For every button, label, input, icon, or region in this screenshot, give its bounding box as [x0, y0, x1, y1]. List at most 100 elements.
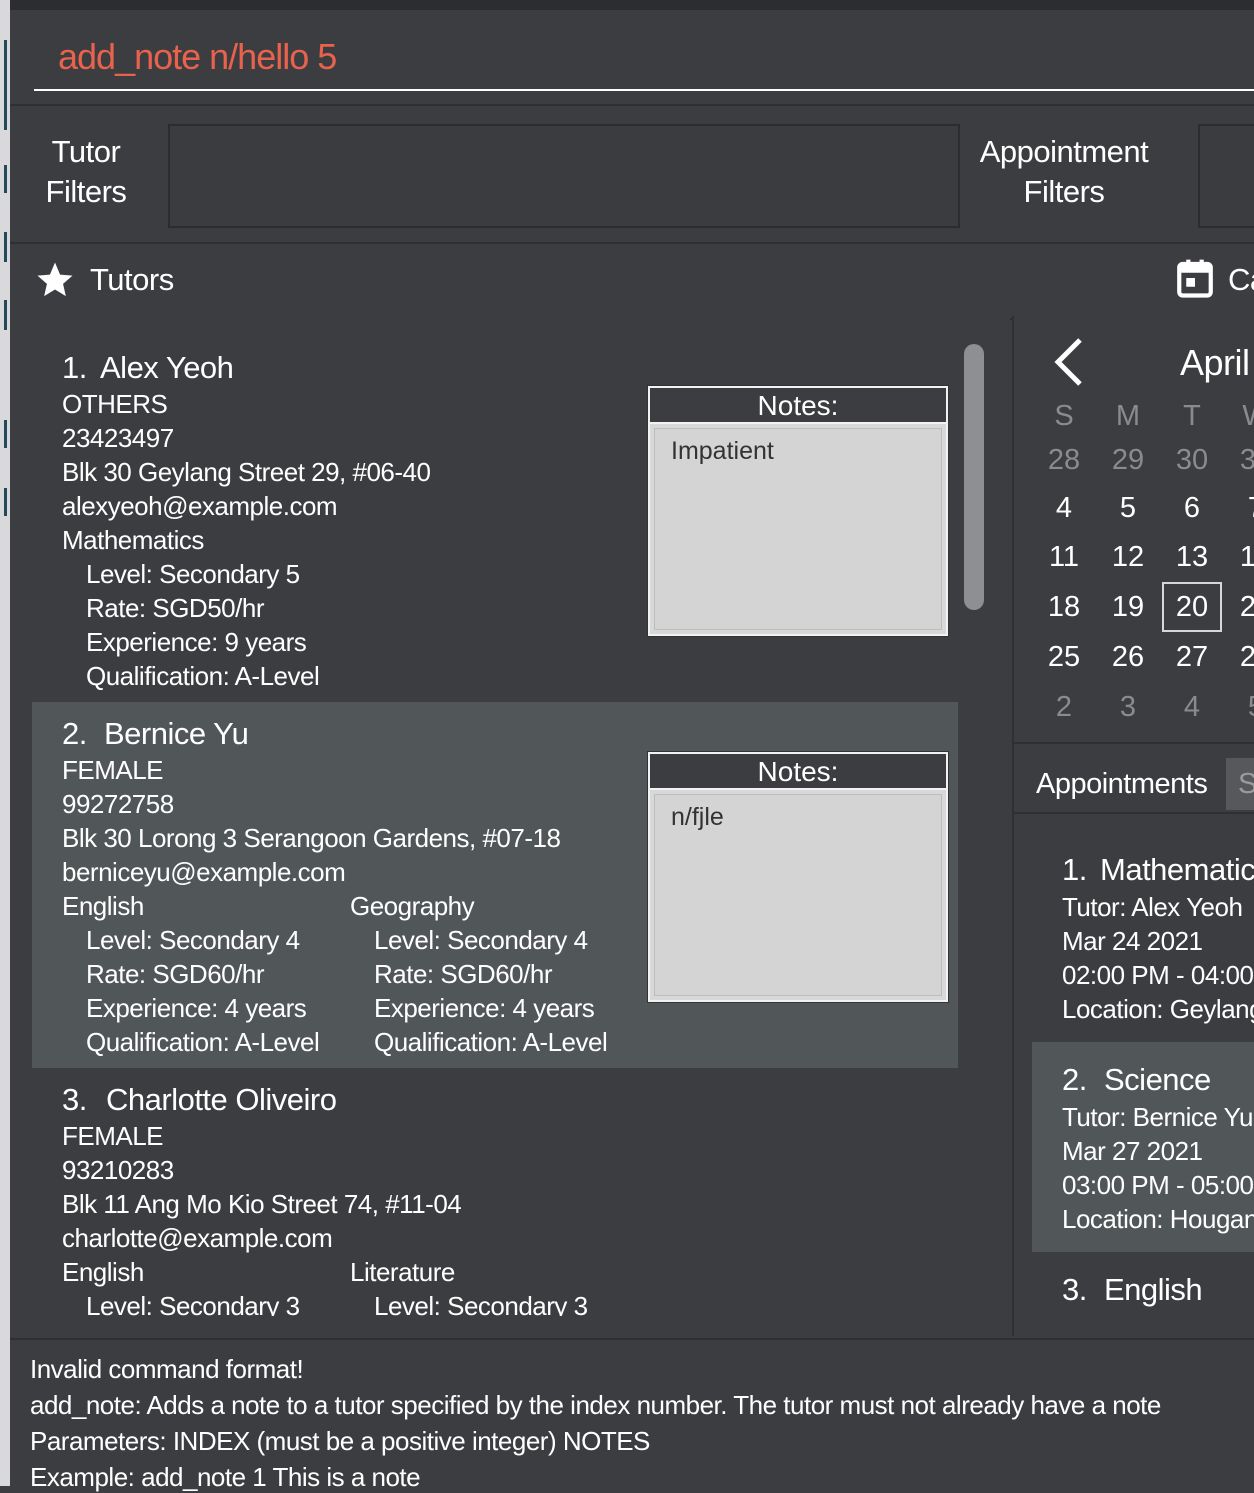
- tab-other-label: S: [1238, 768, 1254, 800]
- subject-experience: Experience: 4 years: [374, 993, 595, 1023]
- tutor-name: Bernice Yu: [104, 716, 249, 751]
- result-display[interactable]: Invalid command format! add_note: Adds a…: [10, 1338, 1254, 1492]
- calendar-icon: [1177, 259, 1213, 298]
- subject-experience: Experience: 9 years: [86, 627, 307, 657]
- tutor-filters-box[interactable]: [168, 124, 960, 228]
- appointment-subject: English: [1104, 1272, 1203, 1307]
- subject-level: Level: Secondary 4: [374, 925, 588, 955]
- appointment-card[interactable]: 1. Mathematic Tutor: Alex Yeoh Mar 24 20…: [1032, 832, 1254, 1042]
- calendar-day[interactable]: 11: [1034, 541, 1094, 574]
- appointment-filters-label: Appointment Filters: [979, 134, 1149, 209]
- tab-divider: [1012, 812, 1254, 814]
- calendar-day[interactable]: 21: [1226, 591, 1254, 624]
- calendar-day[interactable]: 7: [1226, 492, 1254, 525]
- tutor-filters-label: Tutor Filters: [45, 134, 127, 209]
- appointment-tutor: Tutor: Bernice Yu: [1062, 1102, 1253, 1132]
- subject-level: Level: Secondary 3: [86, 1291, 300, 1316]
- appointment-time: 03:00 PM - 05:00: [1062, 1170, 1254, 1200]
- tutor-list[interactable]: 1. Alex Yeoh OTHERS 23423497 Blk 30 Geyl…: [32, 336, 958, 1316]
- appointment-card[interactable]: 3. English: [1032, 1252, 1254, 1316]
- weekday-label: T: [1183, 400, 1201, 432]
- calendar-day[interactable]: 30: [1162, 444, 1222, 477]
- notes-body: n/fjle: [654, 794, 942, 996]
- tutor-gender: FEMALE: [62, 755, 164, 785]
- appointment-card-selected[interactable]: 2. Science Tutor: Bernice Yu Mar 27 2021…: [1032, 1042, 1254, 1252]
- calendar-day[interactable]: 27: [1162, 641, 1222, 674]
- tutor-name: Charlotte Oliveiro: [106, 1082, 337, 1117]
- calendar-day[interactable]: 18: [1034, 591, 1094, 624]
- panels-header: Tutors Ca: [10, 242, 1254, 320]
- tutor-email: charlotte@example.com: [62, 1223, 333, 1253]
- result-line: Example: add_note 1 This is a note: [30, 1462, 421, 1492]
- calendar-day[interactable]: 6: [1162, 492, 1222, 525]
- window-title-bar: [10, 0, 1254, 10]
- tutor-index: 1.: [62, 350, 87, 385]
- tutor-index: 3.: [62, 1082, 87, 1117]
- calendar-day[interactable]: 5: [1098, 492, 1158, 525]
- calendar-day[interactable]: 31: [1226, 444, 1254, 477]
- calendar-day[interactable]: 25: [1034, 641, 1094, 674]
- subject-experience: Experience: 4 years: [86, 993, 307, 1023]
- notes-header: Notes:: [650, 388, 946, 424]
- subject-name: Geography: [350, 891, 475, 921]
- tutor-index: 2.: [62, 716, 87, 751]
- calendar-day-selected[interactable]: 20: [1162, 582, 1222, 632]
- calendar-day[interactable]: 19: [1098, 591, 1158, 624]
- calendar-day[interactable]: 14: [1226, 541, 1254, 574]
- tutor-list-scrollbar[interactable]: [964, 344, 984, 610]
- notes-text: Impatient: [671, 437, 774, 465]
- tutor-phone: 99272758: [62, 789, 174, 819]
- appointment-subject: Science: [1104, 1062, 1211, 1097]
- tutor-gender: OTHERS: [62, 389, 168, 419]
- calendar-day[interactable]: 13: [1162, 541, 1222, 574]
- calendar-day[interactable]: 28: [1034, 444, 1094, 477]
- subject-name: Literature: [350, 1257, 455, 1287]
- calendar-day[interactable]: 2: [1034, 691, 1094, 724]
- tutor-address: Blk 30 Geylang Street 29, #06-40: [62, 457, 431, 487]
- notes-box: Notes: Impatient: [648, 386, 948, 636]
- notes-box: Notes: n/fjle: [648, 752, 948, 1002]
- chevron-left-icon[interactable]: [1050, 336, 1086, 388]
- appointment-time: 02:00 PM - 04:00: [1062, 960, 1254, 990]
- calendar-day[interactable]: 28: [1226, 641, 1254, 674]
- weekday-label: W: [1226, 400, 1254, 433]
- calendar-day[interactable]: 29: [1098, 444, 1158, 477]
- appointment-index: 1.: [1062, 852, 1087, 887]
- subject-rate: Rate: SGD60/hr: [86, 959, 264, 989]
- appointment-date: Mar 24 2021: [1062, 926, 1203, 956]
- weekday-label: M: [1115, 400, 1141, 432]
- subject-rate: Rate: SGD60/hr: [374, 959, 552, 989]
- result-line: Invalid command format!: [30, 1354, 304, 1384]
- tutor-address: Blk 30 Lorong 3 Serangoon Gardens, #07-1…: [62, 823, 561, 853]
- tutor-gender: FEMALE: [62, 1121, 164, 1151]
- appointment-tutor: Tutor: Alex Yeoh: [1062, 892, 1243, 922]
- command-input[interactable]: add_note n/hello 5: [58, 36, 337, 78]
- appointment-location: Location: Geylang: [1062, 994, 1254, 1024]
- tutor-card[interactable]: 1. Alex Yeoh OTHERS 23423497 Blk 30 Geyl…: [32, 336, 958, 702]
- calendar-day[interactable]: 26: [1098, 641, 1158, 674]
- subject-rate: Rate: SGD50/hr: [86, 593, 264, 623]
- appointment-filters-box[interactable]: [1198, 124, 1254, 228]
- subject-level: Level: Secondary 3: [374, 1291, 588, 1316]
- calendar-day[interactable]: 4: [1034, 492, 1094, 525]
- calendar-day[interactable]: 4: [1162, 691, 1222, 724]
- tutor-phone: 93210283: [62, 1155, 174, 1185]
- calendar-day[interactable]: 12: [1098, 541, 1158, 574]
- tab-appointments[interactable]: Appointments: [1024, 758, 1220, 810]
- tutor-email: alexyeoh@example.com: [62, 491, 338, 521]
- tutor-card-selected[interactable]: 2. Bernice Yu FEMALE 99272758 Blk 30 Lor…: [32, 702, 958, 1068]
- tutor-address: Blk 11 Ang Mo Kio Street 74, #11-04: [62, 1189, 462, 1219]
- tutor-card[interactable]: 3. Charlotte Oliveiro FEMALE 93210283 Bl…: [32, 1068, 958, 1316]
- command-input-underline: [34, 89, 1254, 91]
- notes-text: n/fjle: [671, 803, 724, 831]
- tab-other[interactable]: S: [1226, 758, 1254, 810]
- calendar-day[interactable]: 3: [1098, 691, 1158, 724]
- subject-qualification: Qualification: A-Level: [86, 1027, 320, 1057]
- tutors-panel-title: Tutors: [90, 262, 174, 297]
- calendar-panel-title: Ca: [1228, 262, 1254, 297]
- subject-name: English: [62, 891, 144, 921]
- weekday-label: S: [1054, 400, 1074, 432]
- subject-qualification: Qualification: A-Level: [374, 1027, 608, 1057]
- calendar-day[interactable]: 5: [1226, 691, 1254, 724]
- result-line: Parameters: INDEX (must be a positive in…: [30, 1426, 650, 1456]
